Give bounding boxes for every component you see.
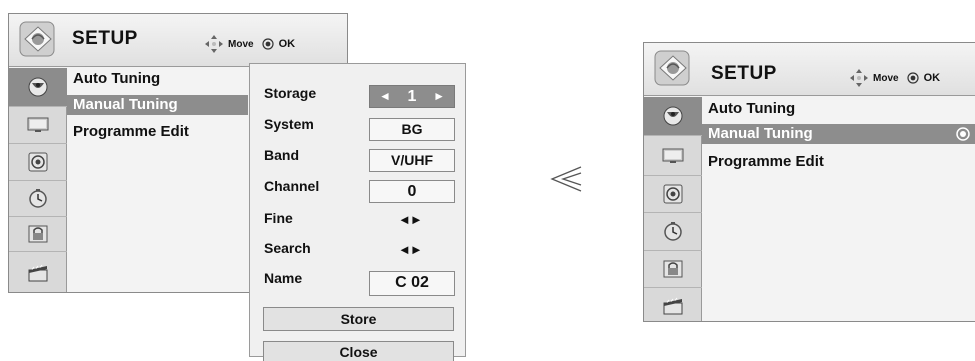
lock-icon <box>661 257 685 281</box>
right-setup-menu: SETUP Move OK Auto Tuning Manual Tuning <box>643 42 975 322</box>
storage-value-selector[interactable]: ◄ 1 ► <box>369 85 455 108</box>
menu-item-auto-tuning[interactable]: Auto Tuning <box>702 99 975 119</box>
category-time[interactable] <box>9 181 67 217</box>
menu-header: SETUP Move OK <box>9 14 347 67</box>
clapperboard-icon <box>661 294 685 318</box>
category-picture[interactable] <box>644 136 702 176</box>
move-hint-label: Move <box>228 38 254 50</box>
move-hint-label: Move <box>873 72 899 84</box>
category-input[interactable] <box>644 288 702 323</box>
fine-label: Fine <box>264 210 293 226</box>
band-value-field[interactable]: V/UHF <box>369 149 455 172</box>
channel-value-field[interactable]: 0 <box>369 180 455 203</box>
category-icon-column <box>9 68 67 292</box>
satellite-dish-icon <box>661 104 685 128</box>
menu-item-auto-tuning[interactable]: Auto Tuning <box>67 69 248 89</box>
store-button[interactable]: Store <box>263 307 454 331</box>
ok-button-icon <box>262 38 274 50</box>
clock-icon <box>26 187 50 211</box>
navigation-hint: Move OK <box>849 68 940 88</box>
navigation-hint: Move OK <box>204 34 295 54</box>
menu-title: SETUP <box>711 63 777 84</box>
search-label: Search <box>264 240 311 256</box>
menu-item-label: Manual Tuning <box>708 125 813 142</box>
category-channel[interactable] <box>644 97 702 136</box>
ok-hint-label: OK <box>923 72 941 84</box>
fine-adjust-arrows-icon[interactable]: ◄► <box>398 212 423 227</box>
system-value-field[interactable]: BG <box>369 118 455 141</box>
menu-item-programme-edit[interactable]: Programme Edit <box>702 152 975 172</box>
category-audio[interactable] <box>644 176 702 213</box>
ok-button-icon <box>907 72 919 84</box>
category-lock[interactable] <box>644 251 702 288</box>
storage-value: 1 <box>407 88 417 105</box>
move-arrows-icon <box>204 34 224 54</box>
menu-item-manual-tuning[interactable]: Manual Tuning <box>67 95 248 115</box>
category-audio[interactable] <box>9 144 67 181</box>
speaker-icon <box>661 182 685 206</box>
clock-icon <box>661 220 685 244</box>
band-label: Band <box>264 147 299 163</box>
satellite-dish-icon <box>26 75 50 99</box>
category-lock[interactable] <box>9 217 67 252</box>
close-button[interactable]: Close <box>263 341 454 361</box>
category-picture[interactable] <box>9 107 67 144</box>
setup-logo-icon <box>16 19 60 61</box>
monitor-icon <box>661 144 685 168</box>
menu-header: SETUP Move OK <box>644 43 975 96</box>
monitor-icon <box>26 113 50 137</box>
setup-logo-icon <box>651 48 695 90</box>
system-label: System <box>264 116 314 132</box>
category-channel[interactable] <box>9 68 67 107</box>
search-arrows-icon[interactable]: ◄► <box>398 242 423 257</box>
move-arrows-icon <box>849 68 869 88</box>
arrow-right-icon[interactable]: ► <box>433 86 445 107</box>
manual-tuning-panel: Storage ◄ 1 ► System BG Band V/UHF Chann… <box>249 63 466 361</box>
double-chevron-left-icon <box>550 166 582 192</box>
name-label: Name <box>264 270 303 286</box>
storage-label: Storage <box>264 85 317 101</box>
clapperboard-icon <box>26 261 50 285</box>
name-value-field[interactable]: C 02 <box>369 271 455 296</box>
category-time[interactable] <box>644 213 702 251</box>
lock-icon <box>26 222 50 246</box>
speaker-icon <box>26 150 50 174</box>
ok-select-icon <box>956 127 970 141</box>
menu-item-manual-tuning[interactable]: Manual Tuning <box>702 124 975 144</box>
category-icon-column <box>644 97 702 321</box>
arrow-left-icon[interactable]: ◄ <box>379 86 391 107</box>
menu-item-programme-edit[interactable]: Programme Edit <box>67 122 248 142</box>
ok-hint-label: OK <box>278 38 296 50</box>
category-input[interactable] <box>9 252 67 294</box>
channel-label: Channel <box>264 178 320 194</box>
menu-title: SETUP <box>72 28 138 49</box>
